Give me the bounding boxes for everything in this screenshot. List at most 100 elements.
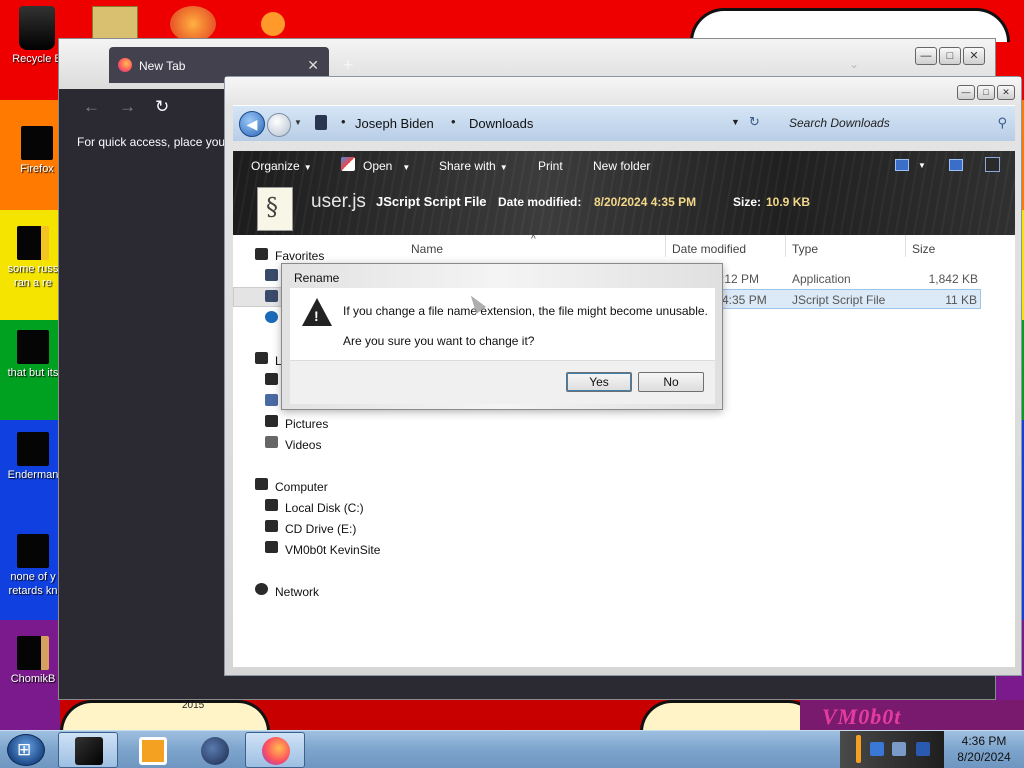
desktop-icon-app[interactable] — [170, 6, 216, 42]
desktop-icon-program[interactable]: ChomikB — [0, 636, 66, 686]
column-name[interactable]: Name — [411, 242, 443, 256]
refresh-icon[interactable]: ↻ — [749, 114, 760, 130]
firefox-icon — [118, 58, 132, 72]
desktop-icon-file[interactable]: that but its — [0, 330, 66, 380]
open-button[interactable]: Open ▼ — [363, 159, 410, 173]
new-tab-button[interactable]: + — [343, 55, 354, 76]
search-box: ⚲ — [781, 109, 1013, 137]
forward-arrow-icon[interactable]: → — [119, 97, 136, 117]
recent-pages-button[interactable]: ▼ — [294, 118, 302, 127]
column-divider[interactable] — [785, 235, 786, 257]
column-divider[interactable] — [665, 235, 666, 257]
nav-computer[interactable]: Computer — [275, 480, 328, 494]
nav-local-disk[interactable]: Local Disk (C:) — [285, 501, 364, 515]
reload-icon[interactable]: ↻ — [155, 97, 169, 117]
start-button[interactable] — [7, 734, 45, 766]
details-size-label: Size: — [733, 195, 762, 209]
star-icon — [255, 248, 268, 260]
organize-button[interactable]: Organize ▼ — [251, 159, 312, 173]
preview-pane-icon[interactable] — [949, 159, 963, 171]
minimize-button[interactable]: — — [957, 85, 975, 100]
volume-icon[interactable] — [916, 742, 930, 756]
desktop-icon[interactable] — [265, 269, 278, 281]
taskbar-app-firefox[interactable] — [245, 732, 305, 768]
recent-places-icon[interactable] — [265, 311, 278, 323]
network-drive-icon — [265, 541, 278, 553]
desktop-icon-label: none of y — [10, 571, 56, 583]
folder-icon — [315, 115, 327, 130]
nav-favorites[interactable]: Favorites — [275, 249, 324, 263]
file-row-selected[interactable]: 4:35 PM JScript Script File 11 KB — [721, 289, 981, 309]
downloads-icon[interactable] — [265, 290, 278, 302]
rename-dialog: Rename ! If you change a file name exten… — [281, 263, 723, 410]
chevron-down-icon: ▼ — [303, 163, 312, 172]
tray-flag-icon[interactable] — [856, 735, 861, 763]
new-folder-button[interactable]: New folder — [593, 159, 650, 173]
back-arrow-icon[interactable]: ← — [83, 97, 100, 117]
folder-icon — [75, 737, 103, 765]
address-dropdown-icon[interactable]: ▼ — [731, 117, 740, 127]
nav-videos[interactable]: Videos — [285, 438, 321, 452]
desktop-icon-file[interactable]: none of y retards kn — [0, 534, 66, 598]
nav-cd-drive[interactable]: CD Drive (E:) — [285, 522, 356, 536]
taskbar-app-browser[interactable] — [184, 732, 244, 768]
command-and-details-area: Organize ▼ Open ▼ Share with ▼ Print New fo… — [233, 151, 1015, 235]
file-size: 11 KB — [945, 293, 977, 307]
dialog-question: Are you sure you want to change it? — [343, 334, 535, 348]
system-clock[interactable]: 4:36 PM 8/20/2024 — [944, 733, 1024, 767]
libraries-icon — [255, 352, 268, 364]
close-button[interactable]: ✕ — [963, 47, 985, 65]
details-date-label: Date modified: — [498, 195, 582, 209]
close-button[interactable]: ✕ — [997, 85, 1015, 100]
column-size[interactable]: Size — [912, 242, 935, 256]
maximize-button[interactable]: □ — [939, 47, 961, 65]
search-icon[interactable]: ⚲ — [997, 115, 1007, 131]
network-icon[interactable] — [892, 742, 906, 756]
print-button[interactable]: Print — [538, 159, 563, 173]
wallpaper-shape — [690, 8, 1010, 42]
command-bar: Organize ▼ Open ▼ Share with ▼ Print New fo… — [233, 151, 1015, 181]
window-controls: — □ ✕ — [915, 47, 985, 65]
details-date-value: 8/20/2024 4:35 PM — [594, 195, 697, 209]
column-date-modified[interactable]: Date modified — [672, 242, 746, 256]
search-input[interactable] — [781, 109, 1013, 137]
firefox-icon — [262, 737, 290, 765]
minimize-button[interactable]: — — [915, 47, 937, 65]
dialog-message: If you change a file name extension, the… — [343, 304, 708, 318]
yes-button[interactable]: Yes — [566, 372, 632, 392]
breadcrumb-downloads[interactable]: Downloads — [469, 116, 533, 131]
warning-mark: ! — [314, 308, 319, 324]
tray-app-icon[interactable] — [870, 742, 884, 756]
nav-pictures[interactable]: Pictures — [285, 417, 328, 431]
computer-icon — [255, 478, 268, 490]
desktop-icon-program[interactable]: Enderman — [0, 432, 66, 482]
column-divider[interactable] — [905, 235, 906, 257]
taskbar-app-media[interactable] — [120, 732, 180, 768]
address-bar: ◀ ▼ • Joseph Biden • Downloads ▼ ↻ ⚲ — [233, 105, 1015, 141]
share-with-button[interactable]: Share with ▼ — [439, 159, 508, 173]
breadcrumb-user[interactable]: Joseph Biden — [355, 116, 434, 131]
nav-network-drive[interactable]: VM0b0t KevinSite — [285, 543, 380, 557]
chevron-down-icon[interactable]: ⌄ — [849, 57, 859, 71]
desktop-icon-folder[interactable] — [92, 6, 138, 42]
back-button[interactable]: ◀ — [239, 111, 265, 137]
firefox-icon — [21, 126, 53, 160]
forward-button[interactable] — [267, 113, 291, 137]
maximize-button[interactable]: □ — [977, 85, 995, 100]
music-icon[interactable] — [265, 394, 278, 406]
help-icon[interactable] — [985, 157, 1000, 172]
breadcrumb-separator: • — [341, 114, 346, 129]
jscript-file-icon — [341, 157, 355, 171]
close-tab-icon[interactable]: ✕ — [307, 57, 319, 74]
documents-icon[interactable] — [265, 373, 278, 385]
chevron-down-icon[interactable]: ▼ — [918, 161, 926, 170]
file-row[interactable]: :12 PM Application 1,842 KB — [721, 269, 981, 289]
no-button[interactable]: No — [638, 372, 704, 392]
desktop-icon-app[interactable] — [250, 6, 296, 42]
desktop-icon-file[interactable]: some russ ran a re — [0, 226, 66, 290]
dialog-title: Rename — [294, 271, 340, 285]
view-options-icon[interactable] — [895, 159, 909, 171]
nav-network[interactable]: Network — [275, 585, 319, 599]
column-type[interactable]: Type — [792, 242, 818, 256]
taskbar-app-explorer[interactable] — [58, 732, 118, 768]
